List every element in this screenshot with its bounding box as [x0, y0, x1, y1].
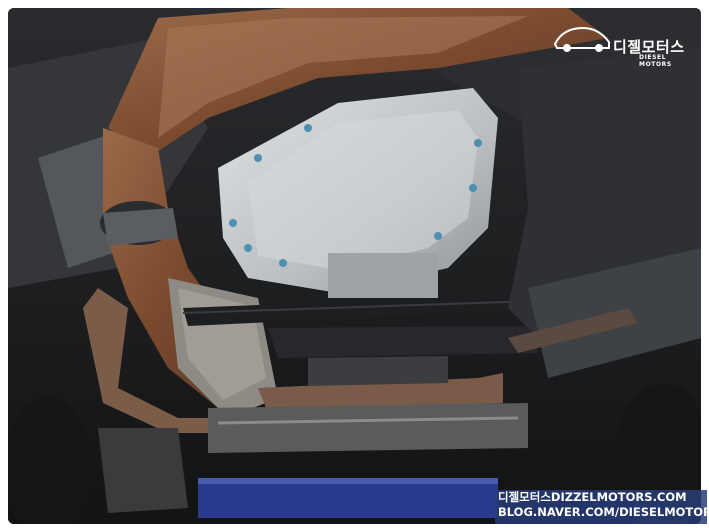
undercarriage-photo [8, 8, 701, 524]
brand-logo: 디젤모터스 DIESEL MOTORS [553, 14, 695, 68]
transmission-pan [308, 356, 448, 386]
watermark-banner: 디젤모터스DIZZELMOTORS.COM BLOG.NAVER.COM/DIE… [495, 490, 709, 524]
car-silhouette-icon [553, 26, 610, 52]
watermark-line-2: BLOG.NAVER.COM/DIESELMOTORS [498, 505, 709, 519]
logo-english-text: DIESEL MOTORS [639, 54, 672, 68]
crossmember-lower [268, 326, 538, 358]
output-flange [328, 253, 438, 298]
driveshaft-left [98, 428, 188, 513]
lift-arm-edge [198, 478, 498, 484]
watermark-line-1: 디젤모터스DIZZELMOTORS.COM [498, 490, 687, 504]
rear-crossmember [208, 403, 528, 453]
photo-frame: 디젤모터스 DIESEL MOTORS 디젤모터스DIZZELMOTORS.CO… [0, 0, 709, 532]
photo-illustration [8, 8, 701, 524]
